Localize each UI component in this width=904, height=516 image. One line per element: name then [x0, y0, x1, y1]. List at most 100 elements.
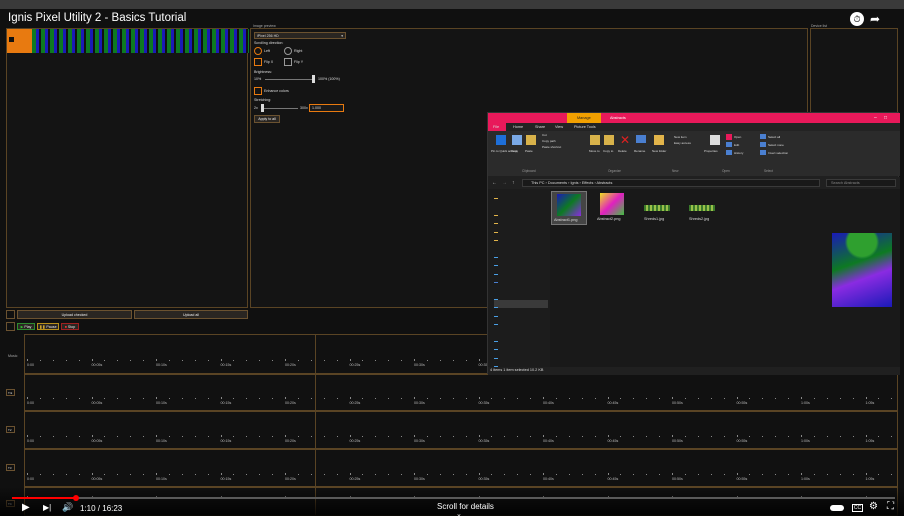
- effect-thumbnail[interactable]: [32, 29, 249, 53]
- select-none-icon[interactable]: [760, 142, 766, 147]
- share-icon[interactable]: ➦: [870, 12, 896, 26]
- device-select[interactable]: iPixel 256 HD ▾: [254, 32, 346, 39]
- watch-later-icon[interactable]: ⏱: [850, 12, 864, 26]
- select-all-icon[interactable]: [760, 134, 766, 139]
- nav-item[interactable]: Videos: [494, 334, 548, 342]
- ribbon-rename[interactable]: Rename: [634, 149, 645, 153]
- ribbon-copy-path[interactable]: Copy path: [542, 139, 556, 143]
- nav-item[interactable]: OneDrive - Custom: [494, 267, 548, 275]
- new-folder-icon[interactable]: [654, 135, 664, 145]
- select-all-checkbox[interactable]: [6, 310, 15, 319]
- nav-item[interactable]: Windows (C:): [494, 342, 548, 351]
- autoplay-toggle[interactable]: [830, 505, 844, 511]
- nav-item[interactable]: Network: [494, 359, 548, 367]
- enhance-colors-checkbox[interactable]: [254, 87, 262, 95]
- search-box[interactable]: Search Abstracts: [826, 179, 896, 187]
- menu-file[interactable]: File: [493, 125, 499, 129]
- timeline-track-1[interactable]: 0:00 00:05s 00:10s 00:15s 00:20s 00:25s 00:30s…: [24, 374, 898, 411]
- pin-icon[interactable]: [496, 135, 506, 145]
- ribbon-open[interactable]: Open: [734, 135, 741, 139]
- ribbon-select-none[interactable]: Select none: [768, 143, 784, 147]
- ribbon-properties[interactable]: Properties: [704, 149, 718, 153]
- menu-share[interactable]: Share: [535, 125, 545, 129]
- subtitles-icon[interactable]: CC: [852, 504, 863, 512]
- ribbon-delete[interactable]: Delete: [618, 149, 627, 153]
- minimize-icon[interactable]: –: [874, 115, 877, 121]
- radio-left[interactable]: [254, 47, 262, 55]
- ribbon-edit[interactable]: Edit: [734, 143, 739, 147]
- history-icon[interactable]: [726, 150, 732, 155]
- edit-icon[interactable]: [726, 142, 732, 147]
- radio-right[interactable]: [284, 47, 292, 55]
- file-abstract1[interactable]: Abstract1.png: [551, 191, 587, 225]
- nav-item[interactable]: Desktop: [494, 216, 548, 225]
- scroll-for-details[interactable]: Scroll for details: [437, 502, 494, 511]
- ribbon-paste-shortcut[interactable]: Paste shortcut: [542, 145, 561, 149]
- menu-view[interactable]: View: [555, 125, 563, 129]
- ribbon-easy-access[interactable]: Easy access: [674, 141, 691, 145]
- invert-selection-icon[interactable]: [760, 150, 766, 155]
- brightness-slider[interactable]: [265, 79, 313, 80]
- play-button[interactable]: ▶ Play: [17, 323, 35, 330]
- effect-checkbox[interactable]: [9, 37, 14, 42]
- nav-item[interactable]: Creative Cloud Fil.: [494, 250, 548, 258]
- apply-to-all-button[interactable]: Apply to all: [254, 115, 280, 123]
- flip-y-checkbox[interactable]: [284, 58, 292, 66]
- nav-item[interactable]: Ignis: [494, 208, 548, 216]
- nav-item[interactable]: New Volume (D:: [494, 351, 548, 359]
- timeline-track-3[interactable]: 0:00 00:05s 00:10s 00:15s 00:20s 00:25s 00:30s…: [24, 449, 898, 487]
- nav-item[interactable]: Three or Four Ea.: [494, 241, 548, 250]
- maximize-icon[interactable]: □: [884, 115, 887, 121]
- pause-button[interactable]: ❚❚ Pause: [37, 323, 59, 330]
- nav-item[interactable]: Desktop: [494, 292, 548, 300]
- nav-item[interactable]: Desktop: [494, 191, 548, 199]
- address-bar[interactable]: This PC › Documents › Ignis › Effects › …: [522, 179, 820, 187]
- ribbon-new-item[interactable]: New item: [674, 135, 687, 139]
- file-abstract2[interactable]: Abstract2.png: [595, 191, 631, 225]
- nav-item[interactable]: Documents: [494, 300, 548, 309]
- loop-checkbox[interactable]: [6, 322, 15, 331]
- nav-item[interactable]: Downloads: [494, 199, 548, 208]
- ribbon-copy-to[interactable]: Copy to: [603, 149, 613, 153]
- volume-icon[interactable]: 🔊: [62, 502, 73, 513]
- stretch-value-input[interactable]: 1.000: [309, 104, 344, 112]
- ribbon-cut[interactable]: Cut: [542, 133, 547, 137]
- delete-icon[interactable]: ✕: [620, 133, 630, 147]
- chevron-down-icon[interactable]: ⌄: [456, 510, 462, 516]
- nav-item[interactable]: OneDrive: [494, 258, 548, 267]
- progress-scrubber[interactable]: [72, 495, 79, 501]
- forward-arrow-icon[interactable]: →: [502, 180, 507, 186]
- next-icon[interactable]: ▶|: [43, 503, 51, 512]
- move-to-icon[interactable]: [590, 135, 600, 145]
- copy-to-icon[interactable]: [604, 135, 614, 145]
- ribbon-select-all[interactable]: Select all: [768, 135, 780, 139]
- ribbon-history[interactable]: History: [734, 151, 743, 155]
- rename-icon[interactable]: [636, 135, 646, 143]
- up-arrow-icon[interactable]: ↑: [512, 180, 515, 186]
- nav-item[interactable]: Transforming M.: [494, 233, 548, 241]
- nav-item[interactable]: This PC: [494, 275, 548, 283]
- nav-item[interactable]: Pictures: [494, 325, 548, 334]
- track-1-checkbox[interactable]: Trk: [6, 389, 15, 396]
- nav-item[interactable]: Downloads: [494, 309, 548, 317]
- menu-picture-tools[interactable]: Picture Tools: [574, 125, 596, 129]
- ribbon-invert-selection[interactable]: Invert selection: [768, 151, 788, 155]
- nav-item[interactable]: 3D Objects: [494, 283, 548, 292]
- flip-x-checkbox[interactable]: [254, 58, 262, 66]
- ribbon-new-folder[interactable]: New folder: [652, 149, 666, 153]
- nav-item[interactable]: One Each: [494, 225, 548, 233]
- video-title[interactable]: Ignis Pixel Utility 2 - Basics Tutorial: [8, 12, 186, 24]
- fullscreen-icon[interactable]: ⛶: [887, 501, 894, 512]
- upload-all-button[interactable]: Upload all: [134, 310, 248, 319]
- file-shreds2[interactable]: Shreds2.jpg: [685, 191, 721, 225]
- progress-bar[interactable]: [12, 497, 895, 499]
- play-icon[interactable]: ▶: [22, 502, 30, 513]
- timeline-track-2[interactable]: 0:00 00:05s 00:10s 00:15s 00:20s 00:25s 00:30s…: [24, 411, 898, 449]
- brightness-slider-thumb[interactable]: [312, 75, 315, 83]
- track-3-checkbox[interactable]: T3: [6, 464, 15, 471]
- paste-icon[interactable]: [526, 135, 536, 145]
- nav-item[interactable]: Music: [494, 317, 548, 325]
- properties-icon[interactable]: [710, 135, 720, 145]
- track-2-checkbox[interactable]: T2: [6, 426, 15, 433]
- menu-home[interactable]: Home: [513, 125, 523, 129]
